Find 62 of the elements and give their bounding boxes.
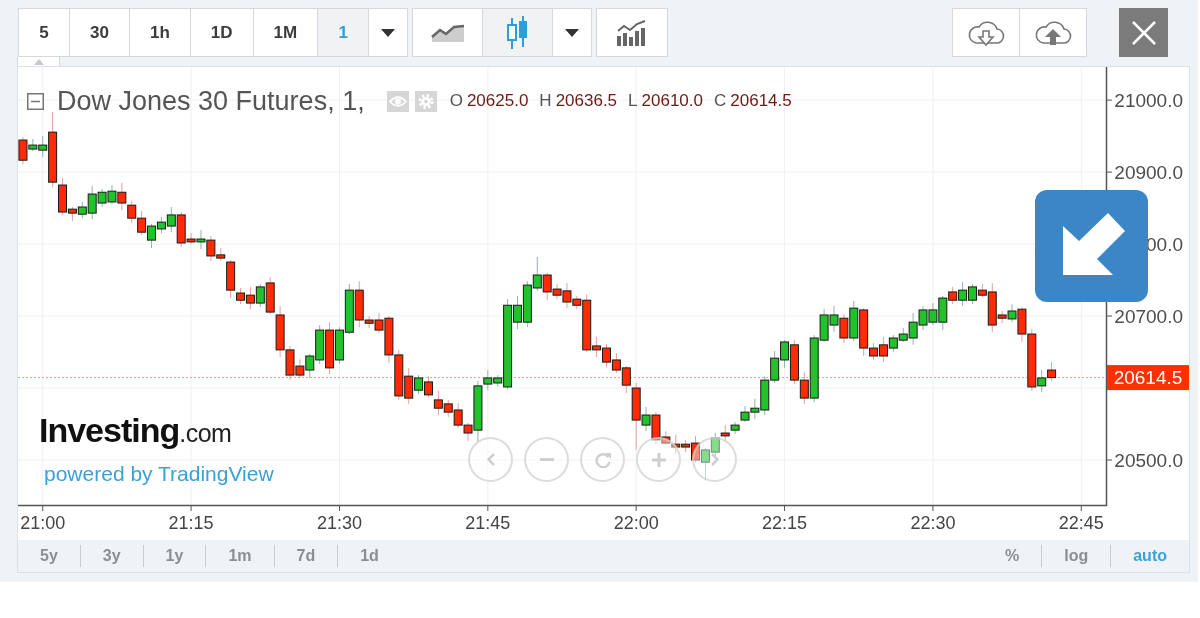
- refresh-icon: [594, 451, 611, 468]
- zoom-in-button[interactable]: [636, 437, 681, 482]
- ohlc-label: O: [449, 91, 463, 111]
- last-price-badge: 20614.5: [1107, 365, 1189, 391]
- time-label: 21:00: [20, 513, 66, 533]
- range-button[interactable]: 1m: [206, 545, 275, 567]
- indicators-button[interactable]: [596, 8, 669, 57]
- ohlc-value: 20636.5: [555, 91, 618, 111]
- time-label: 22:00: [613, 513, 659, 533]
- ohlc-value: 20614.5: [730, 91, 792, 111]
- symbol-title: Dow Jones 30 Futures, 1,: [57, 85, 365, 117]
- line-chart-button[interactable]: [412, 8, 484, 57]
- price-label: 21000.0: [1114, 89, 1183, 111]
- chevron-right-icon: [710, 453, 719, 466]
- price-label: 20700.0: [1114, 305, 1183, 327]
- time-label: 21:15: [168, 513, 214, 533]
- price-label: 20900.0: [1114, 161, 1183, 183]
- triangle-up-icon: [33, 58, 44, 65]
- interval-button[interactable]: 1D: [189, 8, 254, 57]
- close-button[interactable]: [1119, 8, 1168, 57]
- time-label: 21:30: [316, 513, 362, 533]
- caret-down-icon: [565, 28, 580, 37]
- ohlc-value: 20625.0: [466, 91, 529, 111]
- price-label: 20500.0: [1114, 449, 1183, 471]
- close-icon: [1130, 19, 1157, 46]
- caret-down-icon: [381, 28, 396, 37]
- range-button[interactable]: 1d: [338, 545, 401, 567]
- interval-button[interactable]: 30: [69, 8, 130, 57]
- scale-option-button[interactable]: auto: [1111, 545, 1189, 567]
- chart-type-menu-button[interactable]: [552, 8, 593, 57]
- interval-button[interactable]: 1: [317, 8, 370, 57]
- chevron-left-icon: [486, 453, 495, 466]
- range-button[interactable]: 7d: [274, 545, 339, 567]
- interval-menu-button[interactable]: [368, 8, 409, 57]
- ohlc-label: C: [714, 91, 727, 111]
- scroll-right-button[interactable]: [692, 437, 737, 482]
- range-button[interactable]: 1y: [143, 545, 207, 567]
- range-button[interactable]: 3y: [80, 545, 144, 567]
- plus-icon: [651, 452, 666, 467]
- range-button[interactable]: 5y: [18, 545, 81, 567]
- scale-option-button[interactable]: %: [983, 545, 1043, 567]
- interval-button[interactable]: 5: [18, 8, 70, 57]
- candlestick-icon: [506, 15, 529, 50]
- area-chart-icon: [430, 22, 465, 43]
- interval-button[interactable]: 1M: [252, 8, 319, 57]
- ohlc-label: H: [539, 91, 552, 111]
- cloud-upload-button[interactable]: [1019, 8, 1087, 57]
- brand-logo: Investing.com: [39, 410, 233, 451]
- ohlc-label: L: [628, 91, 638, 111]
- ref-line-label: 20614.5: [1113, 367, 1183, 389]
- time-label: 22:45: [1058, 513, 1104, 533]
- time-label: 21:45: [465, 513, 511, 533]
- interval-button[interactable]: 1h: [128, 8, 191, 57]
- brand-tagline: powered by TradingView: [44, 462, 274, 486]
- time-label: 22:15: [762, 513, 808, 533]
- ohlc-value: 20610.0: [641, 91, 703, 111]
- cloud-download-button[interactable]: [952, 8, 1020, 57]
- time-label: 22:30: [910, 513, 956, 533]
- collapse-legend-icon[interactable]: [27, 92, 44, 110]
- minus-icon: [539, 458, 554, 461]
- price-label: 00.0: [1146, 233, 1183, 255]
- scale-option-button[interactable]: log: [1042, 545, 1112, 567]
